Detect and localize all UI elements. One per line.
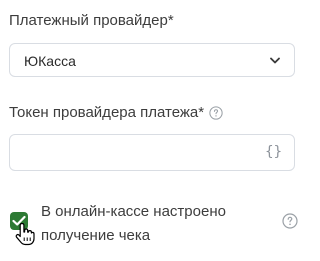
receipt-checkbox-label[interactable]: В онлайн-кассе настроено получение чека [41,200,261,248]
braces-icon[interactable]: {} [265,144,282,160]
token-label: Токен провайдера платежа* [9,104,205,121]
hand-pointer-icon [15,222,35,246]
chevron-down-icon [270,57,280,64]
provider-select-value: ЮКасса [24,53,76,69]
question-circle-icon[interactable] [209,105,223,120]
token-label-row: Токен провайдера платежа* [9,104,223,121]
question-circle-icon[interactable] [282,213,298,229]
provider-label: Платежный провайдер* [9,12,174,29]
token-input[interactable]: {} [9,134,295,171]
provider-select[interactable]: ЮКасса [9,43,295,77]
